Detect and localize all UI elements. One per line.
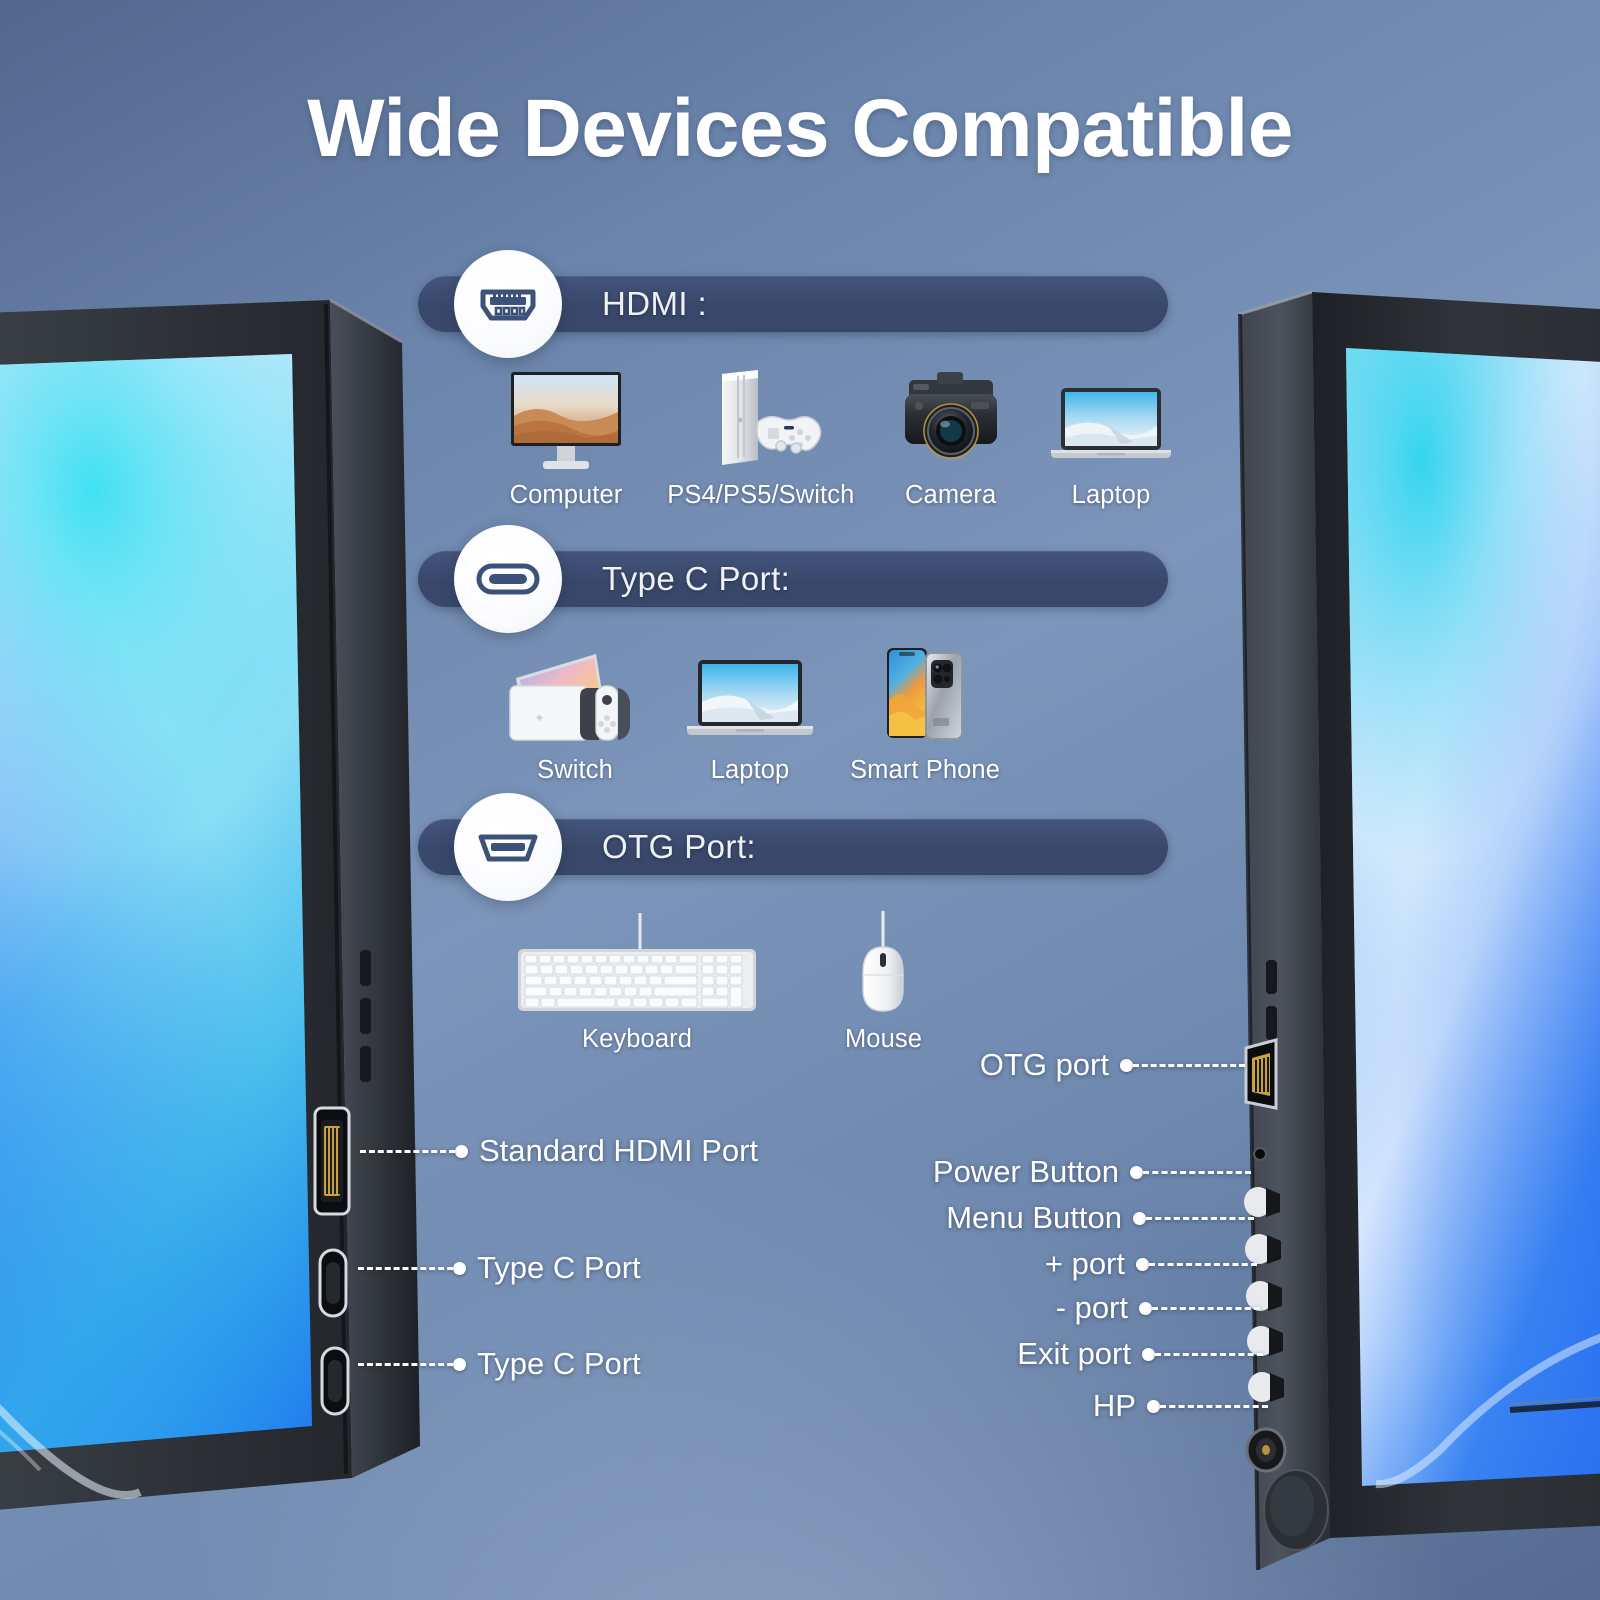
typec-section-label: Type C Port: (602, 560, 791, 597)
hdmi-port-icon (454, 250, 562, 358)
mouse-icon (862, 911, 905, 1012)
callout-minus-port-label: - port (1055, 1290, 1128, 1325)
infographic-canvas: Wide Devices Compatible HDMI : Computer … (0, 0, 1600, 1600)
otg-device-list: Keyboard Mouse (512, 905, 922, 1054)
leader-line (358, 1266, 453, 1270)
device-smartphone-label: Smart Phone (850, 756, 1000, 784)
callout-plus-port-label: + port (1044, 1246, 1125, 1281)
leader-line (1143, 1170, 1251, 1174)
usb-c-port-icon (454, 525, 562, 633)
game-console-icon (721, 370, 822, 465)
left-monitor-hdmi-port (313, 1106, 351, 1216)
device-laptop-hdmi-label: Laptop (1071, 481, 1151, 509)
callout-otg-port-label: OTG port (979, 1047, 1109, 1082)
device-mouse: Mouse (845, 905, 922, 1054)
callout-type-c-port-lower: Type C Port (358, 1346, 641, 1381)
callout-minus-port: - port (1055, 1290, 1260, 1325)
otg-micro-usb-icon (454, 793, 562, 901)
leader-line (1133, 1063, 1245, 1067)
leader-dot (453, 1261, 466, 1275)
right-monitor-headphone-jack (1245, 1427, 1287, 1473)
leader-line (360, 1149, 455, 1153)
leader-line (1146, 1216, 1254, 1220)
keyboard-icon (518, 913, 756, 1011)
callout-type-c-port-upper: Type C Port (358, 1250, 641, 1285)
leader-dot (1136, 1257, 1149, 1271)
nintendo-switch-icon: ◈ (509, 654, 630, 741)
otg-section-label: OTG Port: (602, 828, 756, 865)
device-laptop-typec-label: Laptop (710, 756, 790, 784)
callout-exit-port-label: Exit port (1017, 1336, 1131, 1371)
device-console-label: PS4/PS5/Switch (667, 481, 855, 509)
callout-menu-button-label: Menu Button (946, 1200, 1122, 1235)
callout-power-button-label: Power Button (932, 1154, 1119, 1189)
left-monitor-type-c-upper (318, 1248, 348, 1318)
right-monitor-otg-port (1244, 1038, 1278, 1110)
dslr-camera-icon (904, 372, 997, 459)
device-mouse-label: Mouse (844, 1025, 922, 1053)
callout-standard-hdmi-port-label: Standard HDMI Port (479, 1133, 759, 1168)
callout-type-c-port-upper-label: Type C Port (477, 1250, 641, 1285)
device-console: PS4/PS5/Switch (667, 368, 854, 510)
device-smartphone: Smart Phone (850, 642, 1000, 785)
leader-dot (1139, 1301, 1152, 1315)
callout-standard-hdmi-port: Standard HDMI Port (360, 1133, 759, 1168)
leader-line (1155, 1352, 1263, 1356)
device-laptop-hdmi: Laptop (1047, 368, 1175, 510)
smartphone-icon (887, 648, 964, 740)
callout-power-button: Power Button (932, 1154, 1251, 1189)
callout-menu-button: Menu Button (946, 1200, 1254, 1235)
leader-line (1160, 1404, 1268, 1408)
section-hdmi-header: HDMI : (418, 250, 1168, 358)
callout-type-c-port-lower-label: Type C Port (477, 1346, 641, 1381)
leader-dot (1142, 1347, 1155, 1361)
section-otg-header: OTG Port: (418, 793, 1168, 901)
desktop-monitor-icon (511, 372, 621, 469)
left-monitor (0, 298, 420, 1510)
right-monitor-speaker-disc (1263, 1469, 1329, 1551)
callout-plus-port: + port (1044, 1246, 1257, 1281)
leader-line (1152, 1306, 1260, 1310)
callout-hp-label: HP (1092, 1388, 1136, 1423)
laptop-icon (1050, 388, 1171, 458)
device-laptop-typec: Laptop (684, 642, 816, 785)
device-computer-label: Computer (509, 481, 623, 509)
hdmi-section-label: HDMI : (602, 285, 708, 322)
device-switch: ◈ Switch (500, 642, 650, 785)
device-camera: Camera (895, 368, 1007, 510)
device-switch-label: Switch (537, 756, 613, 784)
leader-line (1149, 1262, 1257, 1266)
leader-dot (1130, 1165, 1143, 1179)
leader-dot (1147, 1399, 1160, 1413)
svg-text:◈: ◈ (536, 712, 543, 722)
section-typec-header: Type C Port: (418, 525, 1168, 633)
device-camera-label: Camera (905, 481, 997, 509)
device-keyboard: Keyboard (512, 905, 762, 1054)
leader-line (358, 1362, 453, 1366)
hdmi-device-list: Computer PS4/PS5/Switch Camera Laptop (505, 368, 1175, 510)
leader-dot (453, 1357, 466, 1371)
leader-dot (1133, 1211, 1146, 1225)
callout-exit-port: Exit port (1017, 1336, 1263, 1371)
page-title: Wide Devices Compatible (307, 83, 1293, 174)
device-keyboard-label: Keyboard (582, 1025, 692, 1053)
leader-dot (455, 1144, 468, 1158)
laptop-icon (687, 660, 814, 735)
callout-otg-port: OTG port (979, 1047, 1245, 1082)
callout-hp: HP (1092, 1388, 1268, 1423)
left-monitor-type-c-lower (320, 1346, 350, 1416)
right-monitor-led-indicator (1253, 1147, 1267, 1161)
leader-dot (1120, 1058, 1133, 1072)
device-computer: Computer (505, 368, 627, 510)
typec-device-list: ◈ Switch Laptop Smart Phone (500, 642, 1000, 785)
